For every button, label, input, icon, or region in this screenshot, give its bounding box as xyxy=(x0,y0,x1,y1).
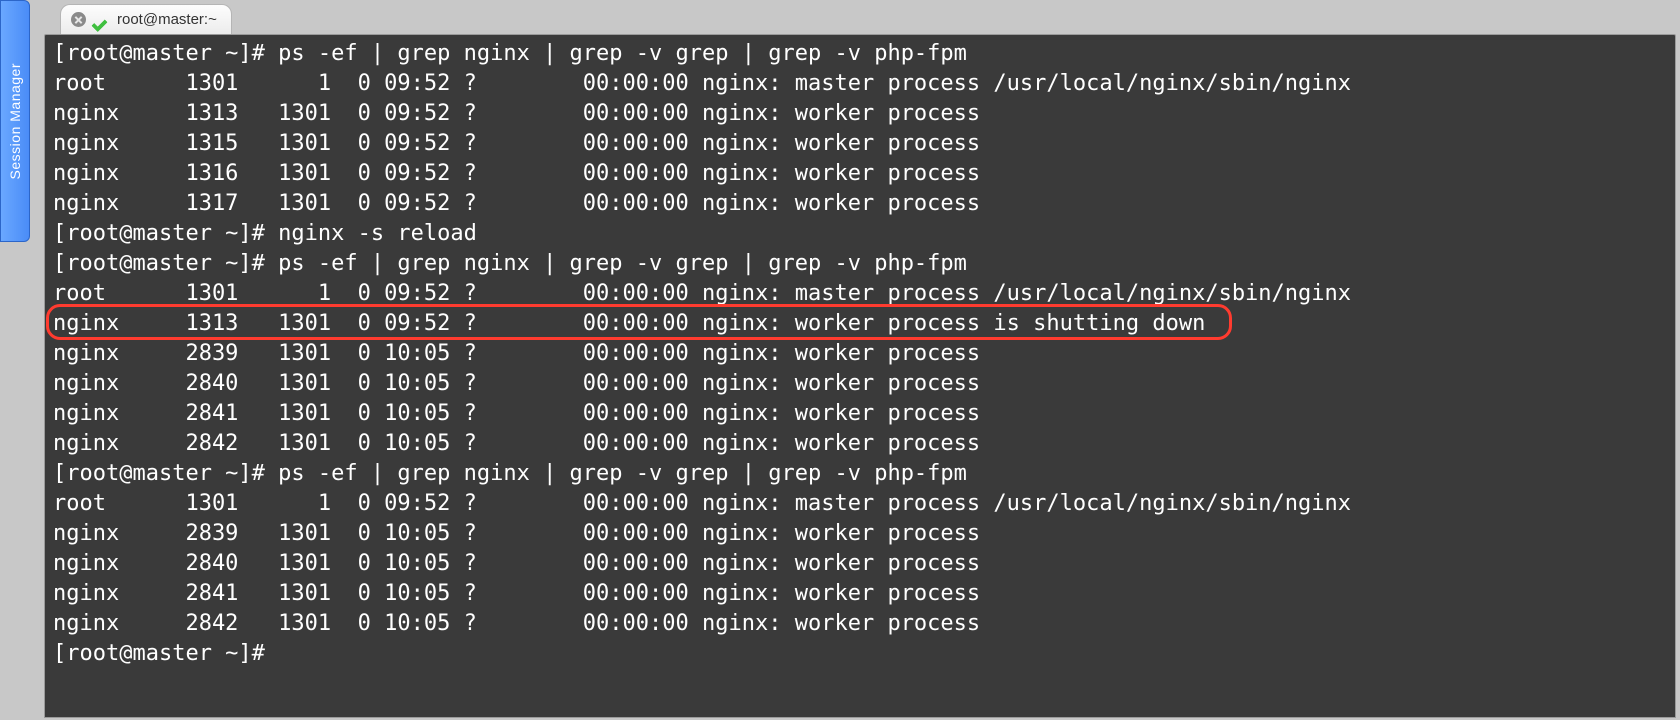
terminal-line: nginx 2840 1301 0 10:05 ? 00:00:00 nginx… xyxy=(53,549,1667,579)
terminal-line: nginx 1313 1301 0 09:52 ? 00:00:00 nginx… xyxy=(53,309,1667,339)
terminal-line: nginx 2842 1301 0 10:05 ? 00:00:00 nginx… xyxy=(53,609,1667,639)
session-manager-tab[interactable]: Session Manager xyxy=(0,0,30,242)
terminal-line: root 1301 1 0 09:52 ? 00:00:00 nginx: ma… xyxy=(53,489,1667,519)
terminal-line: [root@master ~]# xyxy=(53,639,1667,669)
terminal-line: root 1301 1 0 09:52 ? 00:00:00 nginx: ma… xyxy=(53,69,1667,99)
terminal-line: [root@master ~]# ps -ef | grep nginx | g… xyxy=(53,39,1667,69)
terminal-line: nginx 1317 1301 0 09:52 ? 00:00:00 nginx… xyxy=(53,189,1667,219)
check-icon xyxy=(93,11,110,28)
terminal-line: nginx 2839 1301 0 10:05 ? 00:00:00 nginx… xyxy=(53,339,1667,369)
terminal-line: [root@master ~]# ps -ef | grep nginx | g… xyxy=(53,249,1667,279)
terminal-line: [root@master ~]# ps -ef | grep nginx | g… xyxy=(53,459,1667,489)
terminal-line: nginx 2839 1301 0 10:05 ? 00:00:00 nginx… xyxy=(53,519,1667,549)
terminal-output[interactable]: [root@master ~]# ps -ef | grep nginx | g… xyxy=(44,34,1676,718)
tab-title: root@master:~ xyxy=(117,11,217,28)
terminal-line: root 1301 1 0 09:52 ? 00:00:00 nginx: ma… xyxy=(53,279,1667,309)
session-manager-label: Session Manager xyxy=(7,63,23,179)
terminal-line: [root@master ~]# nginx -s reload xyxy=(53,219,1667,249)
tab-bar: root@master:~ xyxy=(60,0,232,34)
terminal-line: nginx 2841 1301 0 10:05 ? 00:00:00 nginx… xyxy=(53,399,1667,429)
terminal-line: nginx 2841 1301 0 10:05 ? 00:00:00 nginx… xyxy=(53,579,1667,609)
terminal-line: nginx 1316 1301 0 09:52 ? 00:00:00 nginx… xyxy=(53,159,1667,189)
terminal-line: nginx 1315 1301 0 09:52 ? 00:00:00 nginx… xyxy=(53,129,1667,159)
terminal-line: nginx 1313 1301 0 09:52 ? 00:00:00 nginx… xyxy=(53,99,1667,129)
terminal-tab[interactable]: root@master:~ xyxy=(60,4,232,34)
close-icon[interactable] xyxy=(71,12,86,27)
terminal-line: nginx 2842 1301 0 10:05 ? 00:00:00 nginx… xyxy=(53,429,1667,459)
terminal-line: nginx 2840 1301 0 10:05 ? 00:00:00 nginx… xyxy=(53,369,1667,399)
